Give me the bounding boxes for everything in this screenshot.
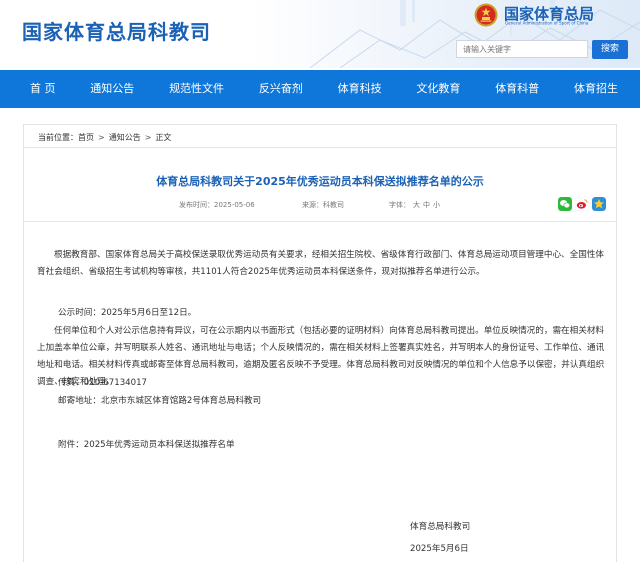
signature-org: 体育总局科教司 xyxy=(410,522,471,532)
breadcrumb-prefix: 当前位置： xyxy=(38,133,78,142)
weibo-icon[interactable] xyxy=(575,197,589,211)
nav-item-regulations[interactable]: 规范性文件 xyxy=(169,70,224,108)
breadcrumb-separator: > xyxy=(144,133,152,142)
share-buttons xyxy=(558,197,606,211)
nav-item-enrollment[interactable]: 体育招生 xyxy=(574,70,618,108)
site-header: 国家体育总局科教司 国家体育总局 General Administration … xyxy=(0,0,640,68)
qzone-icon[interactable] xyxy=(592,197,606,211)
publish-date: 发布时间：2025-05-06 xyxy=(179,200,255,210)
breadcrumb-notices[interactable]: 通知公告 xyxy=(109,133,141,142)
font-size-medium[interactable]: 中 xyxy=(423,201,430,209)
breadcrumb: 当前位置：首页 > 通知公告 > 正文 xyxy=(38,132,171,143)
attachment-link[interactable]: 附件：2025年优秀运动员本科保送拟推荐名单 xyxy=(58,437,630,454)
divider xyxy=(24,221,616,222)
wechat-icon[interactable] xyxy=(558,197,572,211)
search-input[interactable] xyxy=(456,40,588,58)
breadcrumb-current: 正文 xyxy=(155,133,172,142)
font-size-label: 字体： xyxy=(389,201,410,209)
publish-date-label: 发布时间： xyxy=(179,201,214,209)
divider xyxy=(24,147,616,148)
breadcrumb-home[interactable]: 首页 xyxy=(78,133,94,142)
source-value: 科教司 xyxy=(323,201,344,209)
nav-item-science-popularization[interactable]: 体育科普 xyxy=(495,70,539,108)
font-size-small[interactable]: 小 xyxy=(433,201,440,209)
mailing-address: 邮寄地址：北京市东城区体育馆路2号体育总局科教司 xyxy=(58,396,262,406)
main-nav: 首 页 通知公告 规范性文件 反兴奋剂 体育科技 文化教育 体育科普 体育招生 xyxy=(0,70,640,108)
article-title: 体育总局科教司关于2025年优秀运动员本科保送拟推荐名单的公示 xyxy=(156,175,484,188)
font-size-selector: 字体：大中小 xyxy=(389,200,440,210)
nav-item-anti-doping[interactable]: 反兴奋剂 xyxy=(259,70,303,108)
nav-item-sports-tech[interactable]: 体育科技 xyxy=(338,70,382,108)
signature-date: 2025年5月6日 xyxy=(410,544,469,554)
brand-english-name: General Administration of Sport of China xyxy=(505,21,589,26)
font-size-large[interactable]: 大 xyxy=(413,201,420,209)
article-paragraph: 公示时间：2025年5月6日至12日。 xyxy=(58,308,197,318)
fax-line: 传真：010-67134017 xyxy=(58,378,148,388)
national-emblem-icon xyxy=(474,3,498,27)
article-paragraph: 根据教育部、国家体育总局关于高校保送录取优秀运动员有关要求，经相关招生院校、省级… xyxy=(37,250,605,277)
nav-item-culture-education[interactable]: 文化教育 xyxy=(416,70,460,108)
search-button[interactable]: 搜索 xyxy=(592,40,628,59)
nav-item-notices[interactable]: 通知公告 xyxy=(90,70,134,108)
breadcrumb-separator: > xyxy=(98,133,105,142)
publish-date-value: 2025-05-06 xyxy=(214,201,255,209)
article-source: 来源：科教司 xyxy=(302,200,344,210)
nav-item-home[interactable]: 首 页 xyxy=(30,70,56,108)
site-title[interactable]: 国家体育总局科教司 xyxy=(22,16,211,45)
article-container: 当前位置：首页 > 通知公告 > 正文 体育总局科教司关于2025年优秀运动员本科保送拟… xyxy=(23,124,617,562)
source-label: 来源： xyxy=(302,201,323,209)
